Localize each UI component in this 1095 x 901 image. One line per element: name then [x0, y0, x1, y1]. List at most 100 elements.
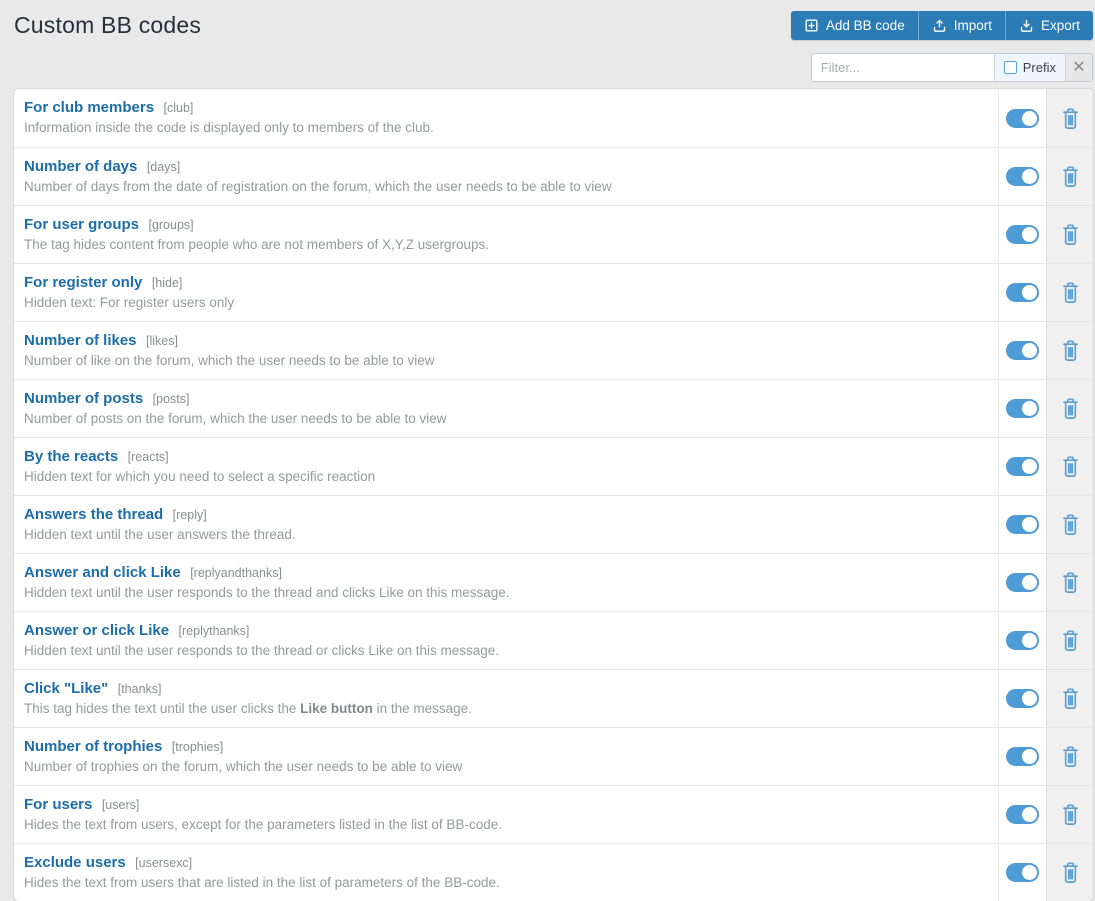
bbcode-title-link[interactable]: Answers the thread [24, 506, 163, 523]
bbcode-title-link[interactable]: For register only [24, 274, 142, 291]
trash-icon [1060, 165, 1081, 188]
bbcode-title-line: By the reacts [reacts] [24, 448, 988, 466]
delete-button[interactable] [1046, 380, 1093, 437]
bbcode-title-link[interactable]: Number of posts [24, 390, 143, 407]
bbcode-row: Answer and click Like [replyandthanks] H… [14, 553, 1093, 611]
bbcode-tag: [trophies] [171, 740, 224, 754]
delete-button[interactable] [1046, 554, 1093, 611]
bbcode-row-main[interactable]: Number of days [days] Number of days fro… [14, 148, 998, 205]
filter-bar: Prefix ✕ [14, 53, 1093, 82]
bbcode-row: For register only [hide] Hidden text: Fo… [14, 263, 1093, 321]
bbcode-row-main[interactable]: Number of posts [posts] Number of posts … [14, 380, 998, 437]
delete-button[interactable] [1046, 148, 1093, 205]
enable-toggle[interactable] [1006, 341, 1039, 360]
bbcode-row-main[interactable]: Answer and click Like [replyandthanks] H… [14, 554, 998, 611]
bbcode-row-main[interactable]: Click "Like" [thanks] This tag hides the… [14, 670, 998, 727]
enable-toggle[interactable] [1006, 108, 1039, 128]
toggle-knob [1022, 575, 1037, 590]
toggle-cell [998, 496, 1046, 553]
trash-icon [1060, 107, 1081, 130]
delete-button[interactable] [1046, 612, 1093, 669]
prefix-toggle[interactable]: Prefix [993, 54, 1065, 81]
bbcode-title-link[interactable]: Answer or click Like [24, 622, 169, 639]
toggle-cell [998, 844, 1046, 901]
enable-toggle[interactable] [1006, 283, 1039, 302]
delete-button[interactable] [1046, 844, 1093, 901]
toggle-cell [998, 786, 1046, 843]
bbcode-title-line: For register only [hide] [24, 274, 988, 292]
bbcode-title-link[interactable]: For users [24, 796, 92, 813]
prefix-checkbox[interactable] [1003, 61, 1017, 74]
bbcode-row-main[interactable]: Number of trophies [trophies] Number of … [14, 728, 998, 785]
enable-toggle[interactable] [1006, 515, 1039, 534]
bbcode-row-main[interactable]: Number of likes [likes] Number of like o… [14, 322, 998, 379]
bbcode-row-main[interactable]: Answer or click Like [replythanks] Hidde… [14, 612, 998, 669]
delete-button[interactable] [1046, 670, 1093, 727]
toggle-knob [1022, 459, 1037, 474]
toggle-knob [1022, 749, 1037, 764]
import-button[interactable]: Import [917, 11, 1005, 40]
page-title: Custom BB codes [14, 12, 202, 38]
enable-toggle[interactable] [1006, 167, 1039, 186]
bbcode-title-link[interactable]: Number of likes [24, 332, 137, 349]
delete-button[interactable] [1046, 206, 1093, 263]
bbcode-tag: [days] [146, 160, 181, 174]
clear-filter-button[interactable]: ✕ [1065, 54, 1092, 81]
bbcode-title-link[interactable]: Number of trophies [24, 738, 162, 755]
bbcode-row: Number of trophies [trophies] Number of … [14, 727, 1093, 785]
toggle-knob [1022, 807, 1037, 822]
export-button[interactable]: Export [1004, 11, 1093, 40]
toggle-knob [1022, 227, 1037, 242]
bbcode-row: For users [users] Hides the text from us… [14, 785, 1093, 843]
bbcode-row-main[interactable]: For users [users] Hides the text from us… [14, 786, 998, 843]
bbcode-row: Number of posts [posts] Number of posts … [14, 379, 1093, 437]
toggle-knob [1022, 633, 1037, 648]
enable-toggle[interactable] [1006, 631, 1039, 650]
enable-toggle[interactable] [1006, 573, 1039, 592]
filter-block: Prefix ✕ [810, 53, 1093, 82]
enable-toggle[interactable] [1006, 747, 1039, 766]
enable-toggle[interactable] [1006, 863, 1039, 882]
bbcode-title-line: Answers the thread [reply] [24, 506, 988, 524]
delete-button[interactable] [1046, 89, 1093, 147]
delete-button[interactable] [1046, 786, 1093, 843]
bbcode-row-main[interactable]: For user groups [groups] The tag hides c… [14, 206, 998, 263]
toggle-knob [1022, 865, 1037, 880]
bbcode-row-main[interactable]: Exclude users [usersexc] Hides the text … [14, 844, 998, 901]
enable-toggle[interactable] [1006, 225, 1039, 244]
delete-button[interactable] [1046, 322, 1093, 379]
bbcode-row: Number of likes [likes] Number of like o… [14, 321, 1093, 379]
bbcode-title-link[interactable]: For user groups [24, 216, 139, 233]
bbcode-title-link[interactable]: For club members [24, 99, 154, 116]
delete-button[interactable] [1046, 438, 1093, 495]
bbcode-title-link[interactable]: Click "Like" [24, 680, 108, 697]
add-bb-code-button[interactable]: Add BB code [790, 11, 918, 40]
enable-toggle[interactable] [1006, 399, 1039, 418]
bbcode-title-link[interactable]: Answer and click Like [24, 564, 181, 581]
bbcode-row: Number of days [days] Number of days fro… [14, 147, 1093, 205]
toggle-cell [998, 612, 1046, 669]
bbcode-row-main[interactable]: Answers the thread [reply] Hidden text u… [14, 496, 998, 553]
filter-input[interactable] [811, 54, 994, 81]
bbcode-row: For club members [club] Information insi… [14, 89, 1093, 147]
bbcode-row-main[interactable]: By the reacts [reacts] Hidden text for w… [14, 438, 998, 495]
bbcode-title-link[interactable]: Exclude users [24, 854, 126, 871]
toggle-cell [998, 380, 1046, 437]
bbcode-title-link[interactable]: Number of days [24, 158, 137, 175]
bbcode-title-link[interactable]: By the reacts [24, 448, 118, 465]
enable-toggle[interactable] [1006, 457, 1039, 476]
bbcode-row: Exclude users [usersexc] Hides the text … [14, 843, 1093, 901]
trash-icon [1060, 861, 1081, 884]
trash-icon [1060, 455, 1081, 478]
bbcode-description: Number of days from the date of registra… [24, 179, 612, 194]
bbcode-row-main[interactable]: For club members [club] Information insi… [14, 89, 998, 147]
enable-toggle[interactable] [1006, 689, 1039, 708]
bbcode-description: Hidden text until the user responds to t… [24, 643, 500, 658]
delete-button[interactable] [1046, 728, 1093, 785]
delete-button[interactable] [1046, 496, 1093, 553]
delete-button[interactable] [1046, 264, 1093, 321]
enable-toggle[interactable] [1006, 805, 1039, 824]
bbcode-title-line: Number of likes [likes] [24, 332, 988, 350]
bbcode-row-main[interactable]: For register only [hide] Hidden text: Fo… [14, 264, 998, 321]
bbcode-title-line: Answer and click Like [replyandthanks] [24, 564, 988, 582]
